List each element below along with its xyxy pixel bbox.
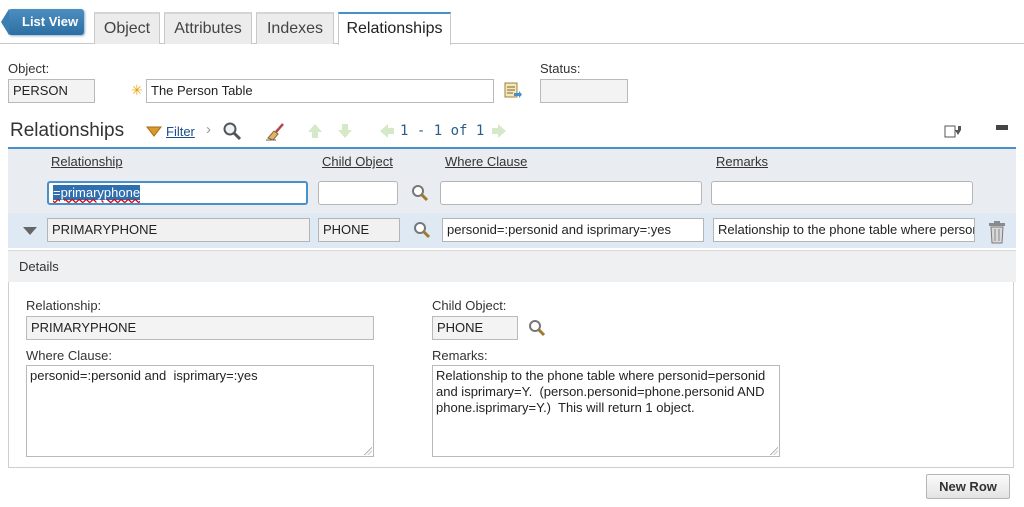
list-view-button[interactable]: List View xyxy=(1,9,84,35)
tab-relationships[interactable]: Relationships xyxy=(338,12,451,45)
tab-indexes[interactable]: Indexes xyxy=(256,12,334,44)
details-where-clause-textarea[interactable]: personid=:personid and isprimary=:yes xyxy=(26,365,374,457)
arrow-up-icon[interactable] xyxy=(306,122,324,140)
delete-row-icon[interactable] xyxy=(987,220,1007,244)
details-title: Details xyxy=(19,259,59,274)
column-header-relationship[interactable]: Relationship xyxy=(51,154,123,169)
details-remarks-textarea[interactable]: Relationship to the phone table where pe… xyxy=(432,365,780,457)
arrow-down-icon[interactable] xyxy=(336,122,354,140)
filter-link[interactable]: Filter xyxy=(166,124,195,139)
required-star-icon: ✳ xyxy=(131,82,143,98)
relationship-filter-input[interactable]: =primaryphone xyxy=(47,181,308,205)
filter-icon[interactable] xyxy=(146,126,162,138)
details-child-object-label: Child Object: xyxy=(432,298,507,313)
download-icon[interactable] xyxy=(944,123,962,139)
long-description-icon[interactable] xyxy=(502,80,522,100)
search-icon[interactable] xyxy=(222,121,242,141)
relationship-filter-value: =primaryphone xyxy=(53,185,141,200)
new-row-button[interactable]: New Row xyxy=(926,474,1010,499)
clear-filter-icon[interactable] xyxy=(264,121,286,141)
chevron-right-icon: › xyxy=(206,121,211,138)
row-relationship-cell[interactable]: PRIMARYPHONE xyxy=(47,218,310,242)
pagination-status: 1 - 1 of 1 xyxy=(400,123,485,139)
next-page-icon[interactable] xyxy=(490,122,508,140)
child-object-filter-input[interactable] xyxy=(318,181,398,205)
where-clause-filter-input[interactable] xyxy=(440,181,702,205)
object-label: Object: xyxy=(8,61,50,76)
child-object-filter-lookup-icon[interactable] xyxy=(411,184,429,202)
column-header-remarks[interactable]: Remarks xyxy=(716,154,768,169)
relationships-section-title: Relationships xyxy=(10,120,125,141)
row-child-object-cell[interactable]: PHONE xyxy=(318,218,400,242)
tab-bar: List View Object Attributes Indexes Rela… xyxy=(0,0,1024,45)
details-relationship-label: Relationship: xyxy=(26,298,102,313)
collapse-table-icon[interactable] xyxy=(995,124,1009,134)
child-object-lookup-icon[interactable] xyxy=(413,221,431,239)
remarks-filter-input[interactable] xyxy=(711,181,973,205)
details-header: Details xyxy=(8,250,1016,282)
details-child-object-field[interactable]: PHONE xyxy=(432,316,518,340)
details-relationship-field[interactable]: PRIMARYPHONE xyxy=(26,316,374,340)
status-label: Status: xyxy=(540,61,581,76)
details-where-clause-label: Where Clause: xyxy=(26,348,112,363)
column-header-child-object[interactable]: Child Object xyxy=(322,154,393,169)
object-field[interactable]: PERSON xyxy=(8,79,95,103)
previous-page-icon[interactable] xyxy=(378,122,396,140)
collapse-row-icon[interactable] xyxy=(22,225,38,237)
row-where-clause-cell[interactable]: personid=:personid and isprimary=:yes xyxy=(442,218,704,242)
tab-attributes[interactable]: Attributes xyxy=(164,12,252,44)
object-description-field[interactable]: The Person Table xyxy=(146,79,494,103)
tab-object[interactable]: Object xyxy=(94,12,160,44)
row-remarks-cell[interactable]: Relationship to the phone table where pe… xyxy=(713,218,975,242)
column-header-where-clause[interactable]: Where Clause xyxy=(445,154,527,169)
details-remarks-label: Remarks: xyxy=(432,348,488,363)
details-child-object-lookup-icon[interactable] xyxy=(528,319,546,337)
status-field[interactable] xyxy=(540,79,628,103)
